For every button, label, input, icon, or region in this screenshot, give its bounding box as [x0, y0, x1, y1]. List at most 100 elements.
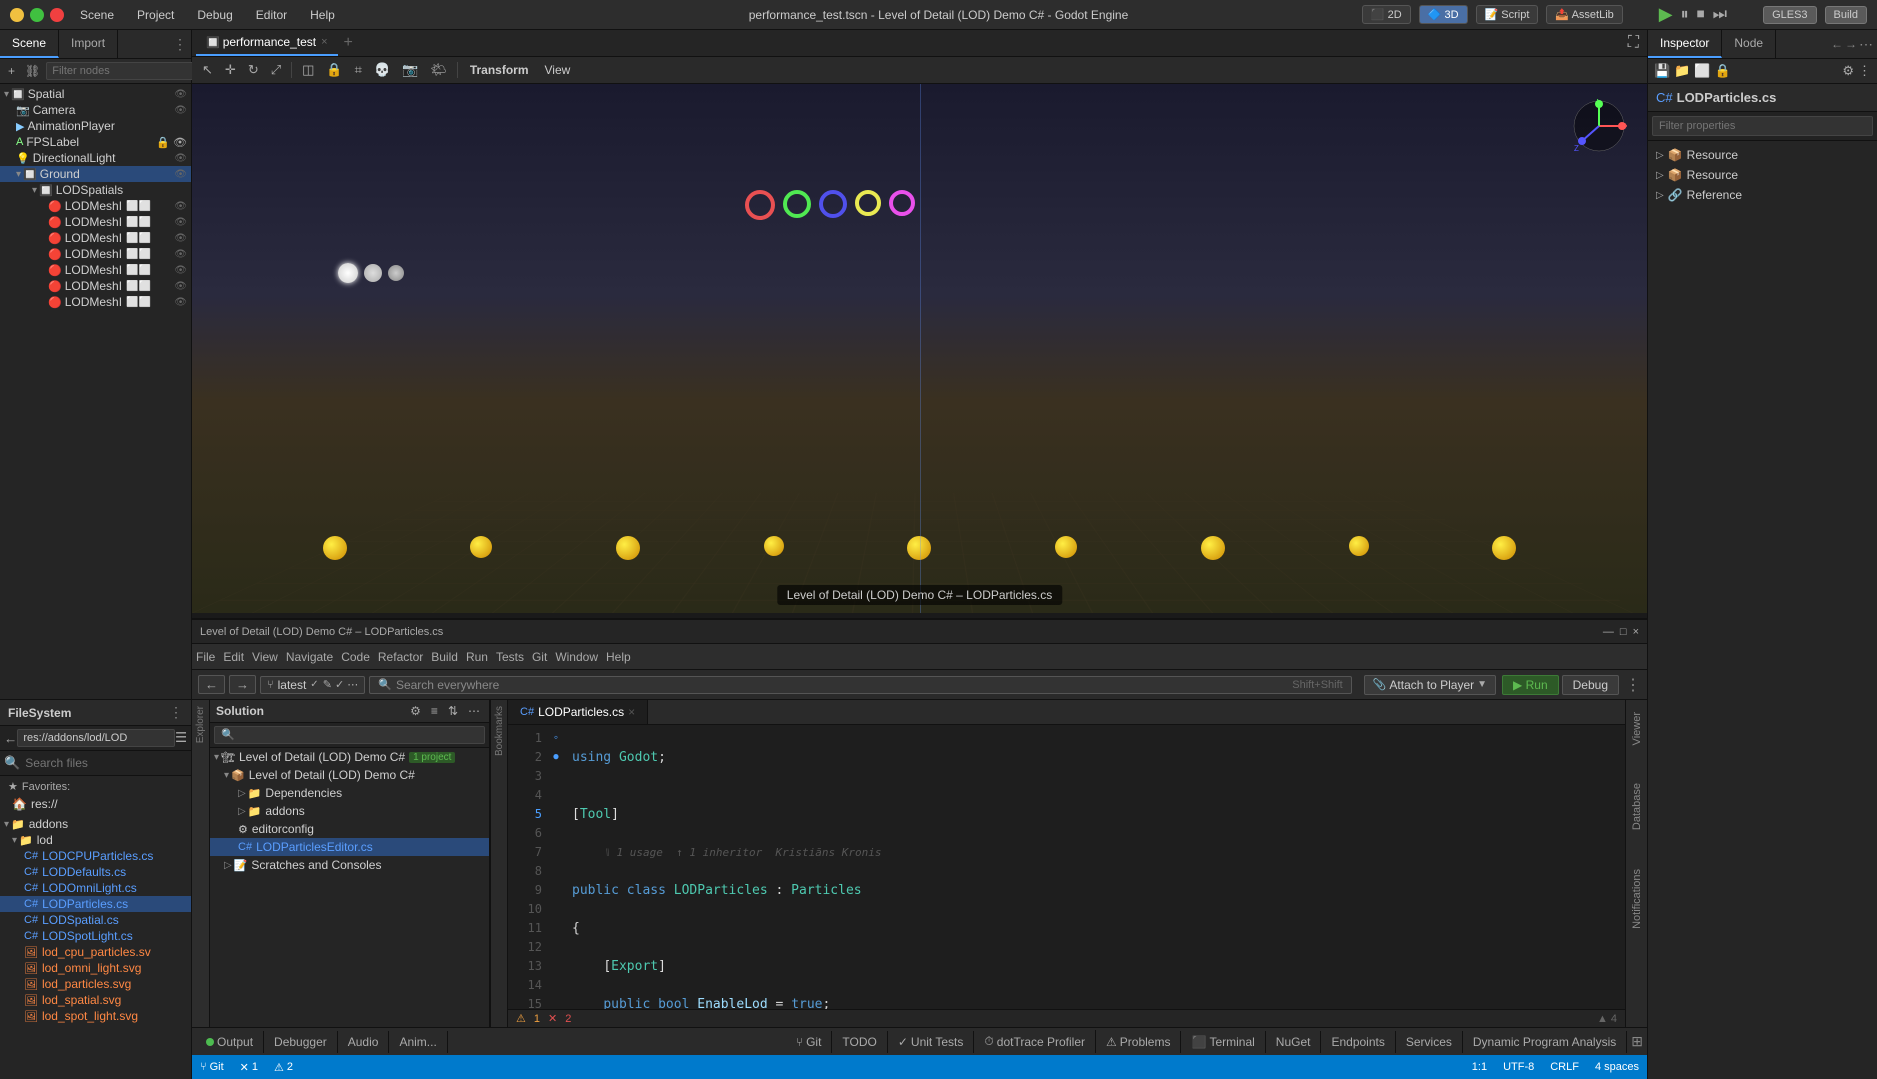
code-menu-refactor[interactable]: Refactor [378, 650, 423, 664]
menu-debug[interactable]: Debug [193, 6, 236, 24]
tree-item-lodmesh1[interactable]: 🔴 LODMeshI ⬜⬜ 👁 [0, 198, 191, 214]
tab-scene[interactable]: Scene [0, 30, 59, 58]
inspector-folder-btn[interactable]: 📁 [1674, 63, 1690, 79]
tab-close-icon[interactable]: × [321, 36, 327, 48]
inspector-save-btn[interactable]: 💾 [1654, 63, 1670, 79]
file-lod-spatial-svg[interactable]: 🖼 lod_spatial.svg [0, 992, 191, 1008]
maximize-viewport-button[interactable]: ⛶ [1628, 34, 1639, 52]
search-bar[interactable]: 🔍 Search everywhere Shift+Shift [369, 676, 1351, 694]
tree-item-lodmesh6[interactable]: 🔴 LODMeshI ⬜⬜ 👁 [0, 278, 191, 294]
code-menu-run[interactable]: Run [466, 650, 488, 664]
scene-viewport-3d[interactable]: ☀ Perspective [192, 84, 1647, 613]
vp-camera-button[interactable]: 📷 [398, 60, 422, 80]
run-button[interactable]: ▶ Run [1502, 675, 1559, 695]
btab-anim[interactable]: Anim... [389, 1031, 447, 1053]
sol-dependencies[interactable]: ▷ 📁 Dependencies [210, 784, 489, 802]
tree-item-ground[interactable]: ▾ 🔲 Ground 👁 [0, 166, 191, 182]
mode-3d-button[interactable]: 🔷 3D [1419, 5, 1468, 24]
code-menu-view[interactable]: View [252, 650, 278, 664]
tree-item-lodmesh4[interactable]: 🔴 LODMeshI ⬜⬜ 👁 [0, 246, 191, 262]
file-lod-omni[interactable]: C# LODOmniLight.cs [0, 880, 191, 896]
file-tab-lod-particles[interactable]: C# LODParticles.cs × [508, 700, 648, 724]
pause-button[interactable]: ⏸ [1681, 6, 1689, 24]
fs-back-button[interactable]: ← [4, 731, 17, 746]
sol-project-root[interactable]: ▾ 🏗 Level of Detail (LOD) Demo C# 1 proj… [210, 748, 489, 766]
sol-more-btn[interactable]: ⋯ [465, 703, 483, 719]
tree-item-camera[interactable]: 📷 Camera 👁 [0, 102, 191, 118]
link-node-button[interactable]: ⛓ [21, 62, 44, 80]
menu-editor[interactable]: Editor [252, 6, 291, 24]
tree-item-dirlight[interactable]: 💡 DirectionalLight 👁 [0, 150, 191, 166]
search-files-input[interactable] [20, 754, 187, 772]
code-content[interactable]: using Godot; [Tool] ⑊ 1 usage ↑ 1 inheri… [564, 725, 1625, 1009]
tree-item-spatial[interactable]: ▾ 🔲 Spatial 👁 [0, 86, 191, 102]
tree-item-lodmesh7[interactable]: 🔴 LODMeshI ⬜⬜ 👁 [0, 294, 191, 310]
btab-debugger[interactable]: Debugger [264, 1031, 338, 1053]
scene-menu-button[interactable]: ⋮ [173, 36, 187, 53]
inspector-settings-btn[interactable]: ⚙ [1842, 63, 1854, 79]
btab-output[interactable]: Output [196, 1031, 264, 1053]
code-more-button[interactable]: ⋮ [1625, 675, 1641, 695]
add-tab-button[interactable]: + [338, 34, 359, 52]
file-lod-spatial[interactable]: C# LODSpatial.cs [0, 912, 191, 928]
resource2-section[interactable]: ▷ 📦 Resource [1656, 165, 1869, 185]
vp-skeleton-button[interactable]: 💀 [370, 60, 394, 80]
file-lod-cpu-particles[interactable]: C# LODCPUParticles.cs [0, 848, 191, 864]
code-menu-help[interactable]: Help [606, 650, 631, 664]
file-lod-defaults[interactable]: C# LODDefaults.cs [0, 864, 191, 880]
tree-item-lodmesh3[interactable]: 🔴 LODMeshI ⬜⬜ 👁 [0, 230, 191, 246]
code-win-max[interactable]: □ [1620, 626, 1627, 638]
btab-nuget[interactable]: NuGet [1266, 1031, 1322, 1053]
btab-dot-trace[interactable]: ⏱ dotTrace Profiler [974, 1030, 1096, 1053]
minimize-button[interactable] [10, 8, 24, 22]
file-lod-particles-svg[interactable]: 🖼 lod_particles.svg [0, 976, 191, 992]
debug-button[interactable]: Debug [1562, 675, 1619, 695]
file-lod-particles[interactable]: C# LODParticles.cs [0, 896, 191, 912]
file-item-addons[interactable]: ▾ 📁 addons [0, 816, 191, 832]
tab-performance-test[interactable]: 🔲 Perspective performance_test × [196, 30, 338, 56]
tree-item-lodspatials[interactable]: ▾ 🔲 LODSpatials [0, 182, 191, 198]
reference-section[interactable]: ▷ 🔗 Reference [1656, 185, 1869, 205]
vp-rotate-button[interactable]: ↻ [244, 60, 263, 80]
filter-nodes-input[interactable] [46, 62, 200, 80]
btab-endpoints[interactable]: Endpoints [1321, 1031, 1395, 1053]
tab-inspector[interactable]: Inspector [1648, 30, 1722, 58]
tab-close-button[interactable]: × [628, 705, 635, 719]
file-item-lod[interactable]: ▾ 📁 lod [0, 832, 191, 848]
sol-view-btn[interactable]: ≡ [428, 703, 441, 719]
step-button[interactable]: ⏭ [1713, 6, 1727, 24]
viewer-label[interactable]: Viewer [1631, 708, 1643, 749]
vp-scale-button[interactable]: ⤢ [267, 60, 285, 80]
menu-scene[interactable]: Scene [76, 6, 118, 24]
btab-todo[interactable]: TODO [832, 1031, 887, 1053]
menu-project[interactable]: Project [133, 6, 178, 24]
solution-search-input[interactable] [214, 726, 485, 744]
close-button[interactable] [50, 8, 64, 22]
tree-item-animplayer[interactable]: ▶ AnimationPlayer [0, 118, 191, 134]
btab-terminal[interactable]: ⬛ Terminal [1181, 1031, 1265, 1053]
code-win-min[interactable]: — [1603, 626, 1614, 638]
status-encoding[interactable]: UTF-8 [1503, 1061, 1534, 1073]
stop-button[interactable]: ⏹ [1697, 6, 1705, 24]
code-menu-code[interactable]: Code [341, 650, 370, 664]
fs-layout-button[interactable]: ☰ [175, 730, 187, 746]
status-errors[interactable]: ✕ 1 [240, 1061, 258, 1074]
sol-lod-particles-editor[interactable]: C# LODParticlesEditor.cs [210, 838, 489, 856]
btab-unit-tests[interactable]: ✓ Unit Tests [888, 1031, 975, 1053]
menu-help[interactable]: Help [306, 6, 339, 24]
sol-project-sub[interactable]: ▾ 📦 Level of Detail (LOD) Demo C# [210, 766, 489, 784]
status-line-ending[interactable]: CRLF [1550, 1061, 1579, 1073]
code-menu-build[interactable]: Build [431, 650, 458, 664]
tab-import[interactable]: Import [59, 30, 118, 58]
vp-select-button[interactable]: ↖ [198, 60, 217, 80]
btab-git[interactable]: ⑂ Git [786, 1031, 833, 1053]
inspector-lock-btn[interactable]: 🔒 [1715, 63, 1731, 79]
assetlib-button[interactable]: 📤 AssetLib [1546, 5, 1622, 24]
resource-section[interactable]: ▷ 📦 Resource [1656, 145, 1869, 165]
maximize-button[interactable] [30, 8, 44, 22]
code-menu-navigate[interactable]: Navigate [286, 650, 333, 664]
sol-addons[interactable]: ▷ 📁 addons [210, 802, 489, 820]
file-lod-spotlight[interactable]: C# LODSpotLight.cs [0, 928, 191, 944]
branch-selector[interactable]: ⑂ latest ✓ ✎ ✓ ⋯ [260, 676, 365, 694]
status-warnings[interactable]: ⚠ 2 [274, 1061, 293, 1074]
